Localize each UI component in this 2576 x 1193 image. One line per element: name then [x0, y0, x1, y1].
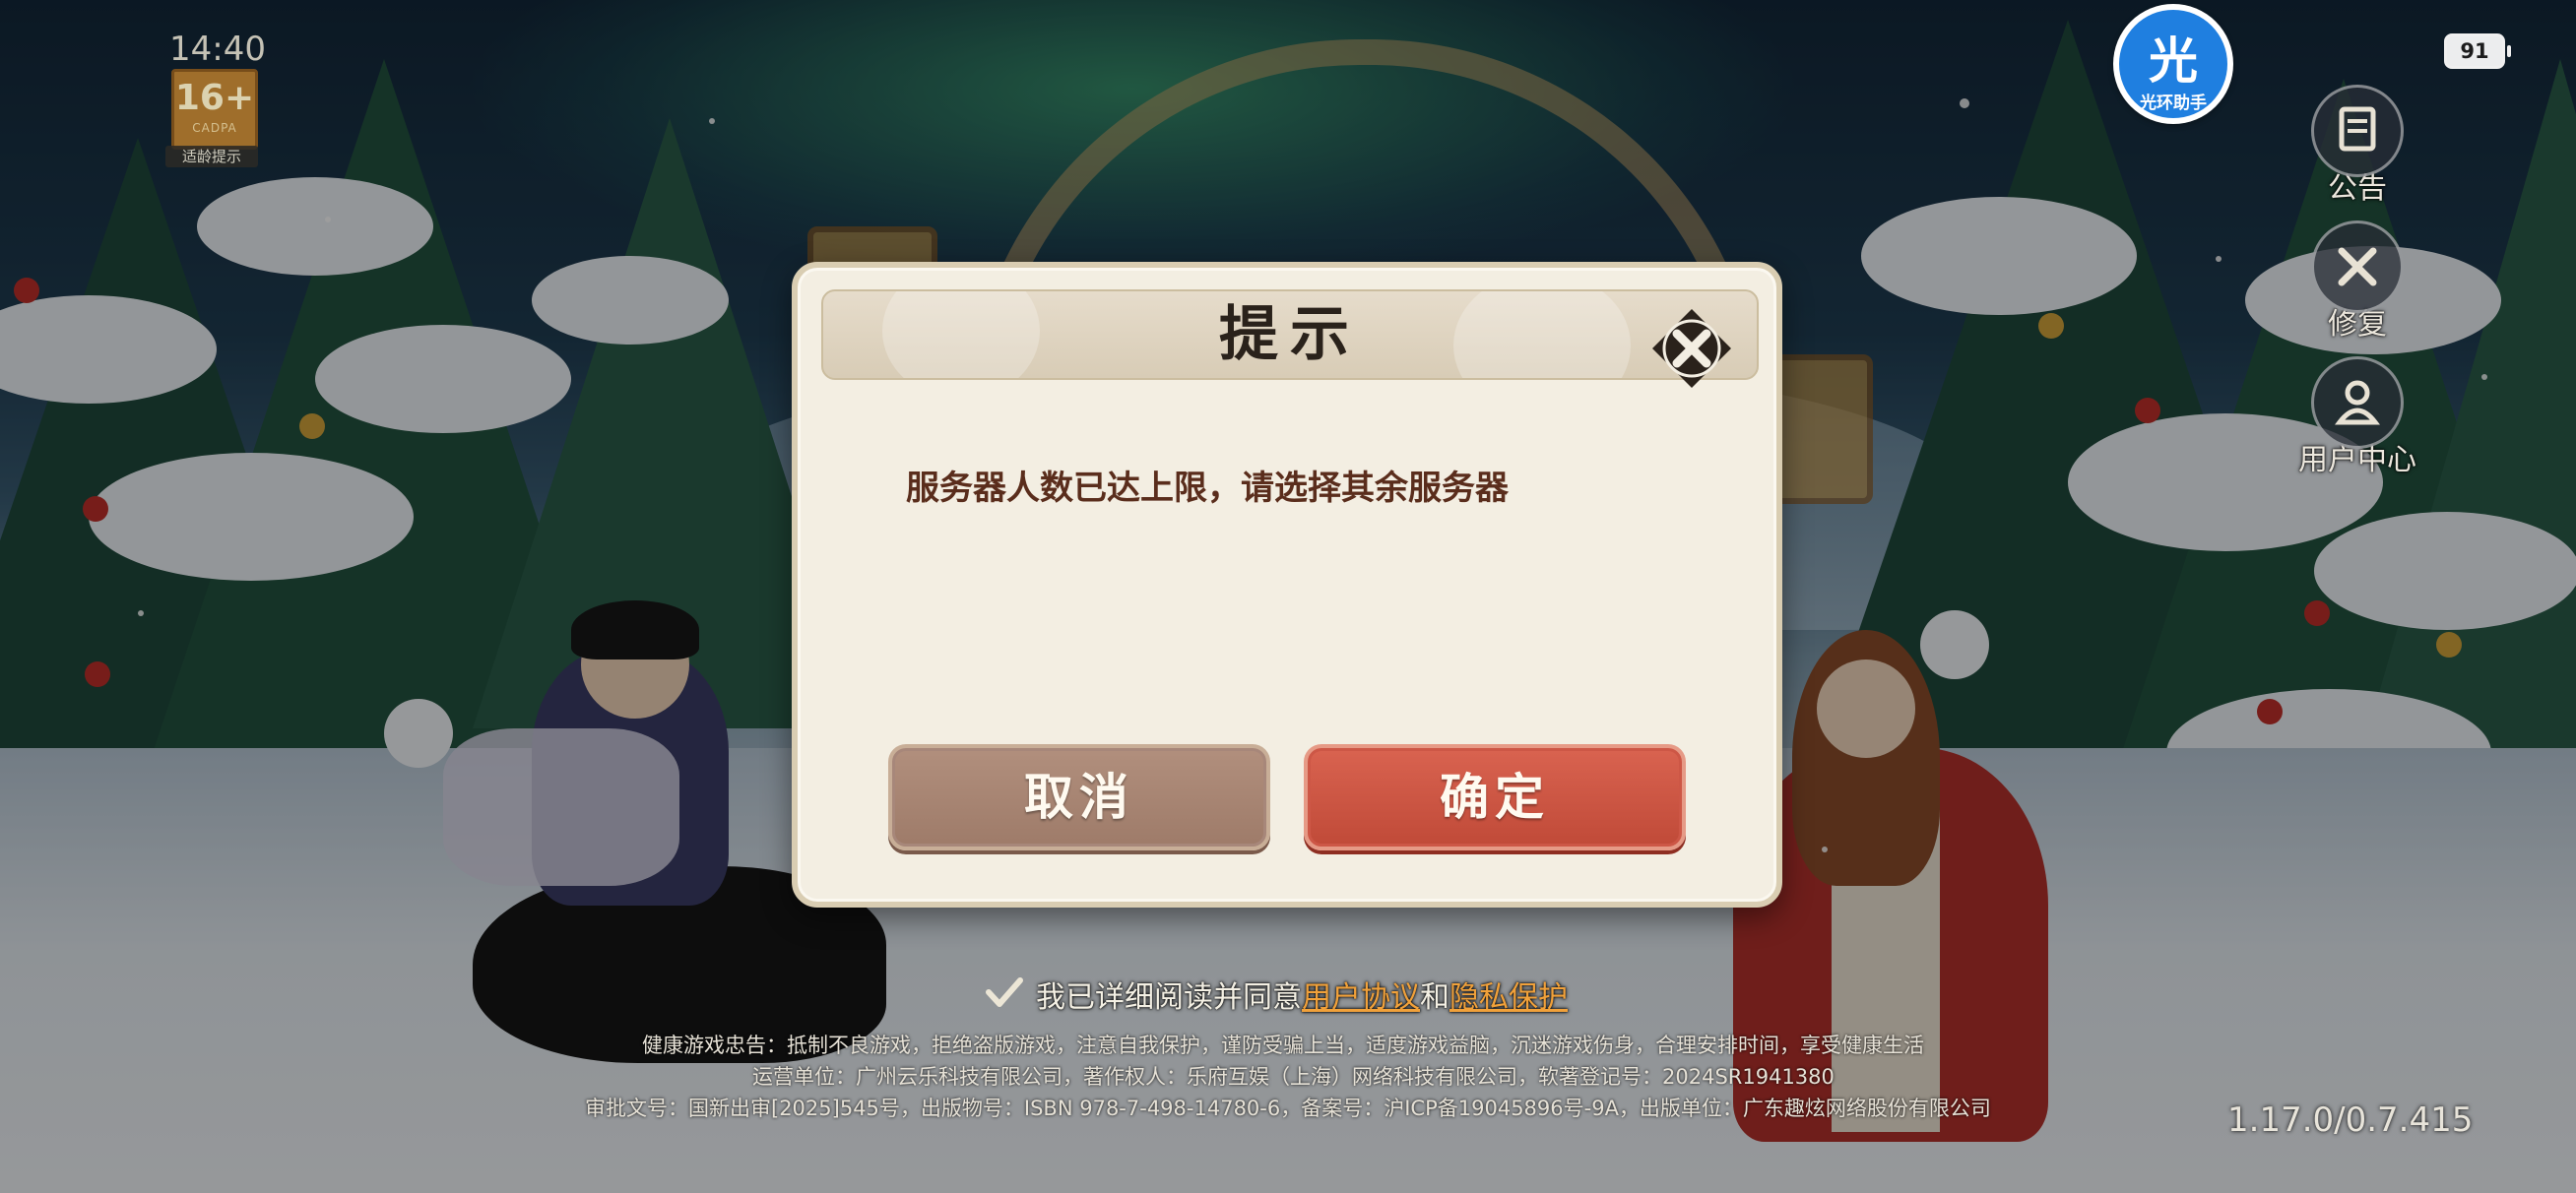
- age-rating-label: 适龄提示: [165, 146, 258, 167]
- agreement-and: 和: [1420, 980, 1449, 1015]
- close-icon[interactable]: [1650, 307, 1733, 390]
- user-center-button[interactable]: 用户中心: [2298, 356, 2416, 478]
- helper-app-label: 光环助手: [2140, 94, 2207, 113]
- user-center-icon: [2311, 356, 2404, 449]
- privacy-link[interactable]: 隐私保护: [1449, 980, 1568, 1015]
- cancel-button[interactable]: 取消: [888, 744, 1270, 850]
- version-label: 1.17.0/0.7.415: [2227, 1100, 2474, 1140]
- dialog-header: 提示: [821, 289, 1759, 380]
- agreement-prefix: 我已详细阅读并同意: [1036, 980, 1302, 1015]
- agreement-checkbox[interactable]: [985, 974, 1024, 1010]
- notice-button[interactable]: 公告: [2298, 85, 2416, 207]
- confirm-button[interactable]: 确定: [1304, 744, 1686, 850]
- server-full-dialog: 提示 服务器人数已达上限，请选择其余服务器 取消 确定: [792, 262, 1782, 908]
- helper-app-glyph: 光: [2149, 32, 2198, 90]
- repair-icon: [2311, 220, 2404, 313]
- age-rating-org: CADPA: [192, 121, 237, 135]
- operator-info: 运营单位：广州云乐科技有限公司，著作权人：乐府互娱（上海）网络科技有限公司，软著…: [752, 1065, 1835, 1089]
- agreement-text: 我已详细阅读并同意用户协议和隐私保护: [1036, 973, 1568, 1016]
- notice-icon: [2311, 85, 2404, 177]
- age-rating-box: 16+ CADPA: [171, 69, 258, 150]
- dialog-message: 服务器人数已达上限，请选择其余服务器: [906, 469, 1509, 508]
- repair-button[interactable]: 修复: [2298, 220, 2416, 343]
- helper-app-button[interactable]: 光 光环助手: [2113, 4, 2233, 124]
- battery-indicator: 91: [2444, 33, 2511, 69]
- user-agreement-link[interactable]: 用户协议: [1302, 980, 1420, 1015]
- age-rating-number: 16+: [174, 78, 255, 118]
- health-advisory: 健康游戏忠告：抵制不良游戏，拒绝盗版游戏，注意自我保护，谨防受骗上当，适度游戏益…: [642, 1034, 1924, 1057]
- status-time: 14:40: [169, 30, 266, 69]
- age-rating-badge: 14:40 16+ CADPA 适龄提示: [165, 30, 266, 167]
- publication-info: 审批文号：国新出审[2025]545号，出版物号：ISBN 978-7-498-…: [585, 1097, 1991, 1120]
- dialog-title: 提示: [1219, 300, 1361, 369]
- helper-app-icon: 光 光环助手: [2119, 10, 2227, 118]
